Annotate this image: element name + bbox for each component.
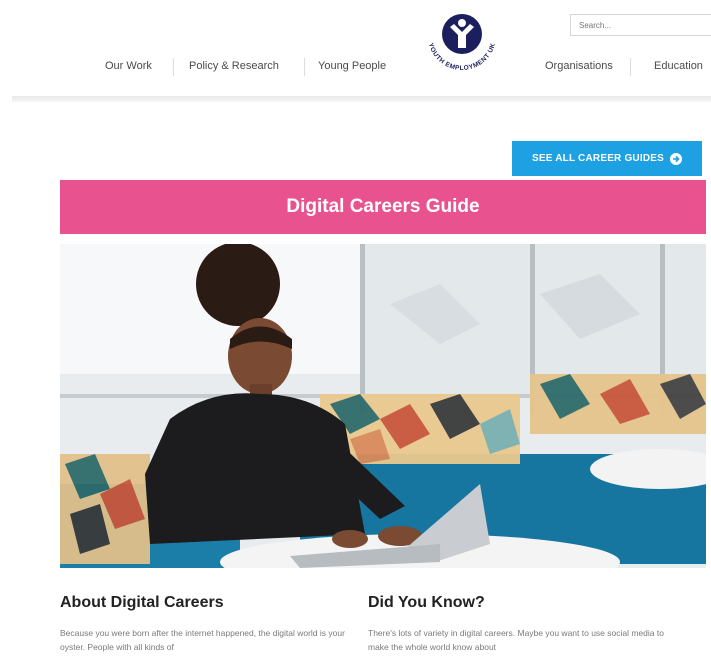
arrow-circle-right-icon [670,152,682,165]
header-divider [12,96,711,102]
cta-label: SEE ALL CAREER GUIDES [532,153,664,164]
see-all-career-guides-button[interactable]: SEE ALL CAREER GUIDES [512,141,702,176]
search-input[interactable] [570,14,711,36]
page-title-banner: Digital Careers Guide [60,180,706,234]
nav-divider [173,58,174,76]
nav-policy-research[interactable]: Policy & Research [189,60,279,72]
about-digital-careers-section: About Digital Careers Because you were b… [60,594,370,654]
nav-young-people[interactable]: Young People [318,60,386,72]
nav-our-work[interactable]: Our Work [105,60,152,72]
section-heading: About Digital Careers [60,594,224,611]
did-you-know-section: Did You Know? There's lots of variety in… [368,594,678,654]
site-header: Our Work Policy & Research Young People … [0,0,711,100]
nav-divider [630,58,631,76]
nav-education[interactable]: Education [654,60,703,72]
nav-organisations[interactable]: Organisations [545,60,613,72]
nav-divider [304,58,305,76]
hero-image [60,244,706,568]
section-body: Because you were born after the internet… [60,628,345,652]
youth-employment-uk-logo[interactable]: YOUTH EMPLOYMENT UK [420,2,504,86]
section-heading: Did You Know? [368,594,485,611]
page-title: Digital Careers Guide [286,196,480,217]
section-body: There's lots of variety in digital caree… [368,628,664,652]
